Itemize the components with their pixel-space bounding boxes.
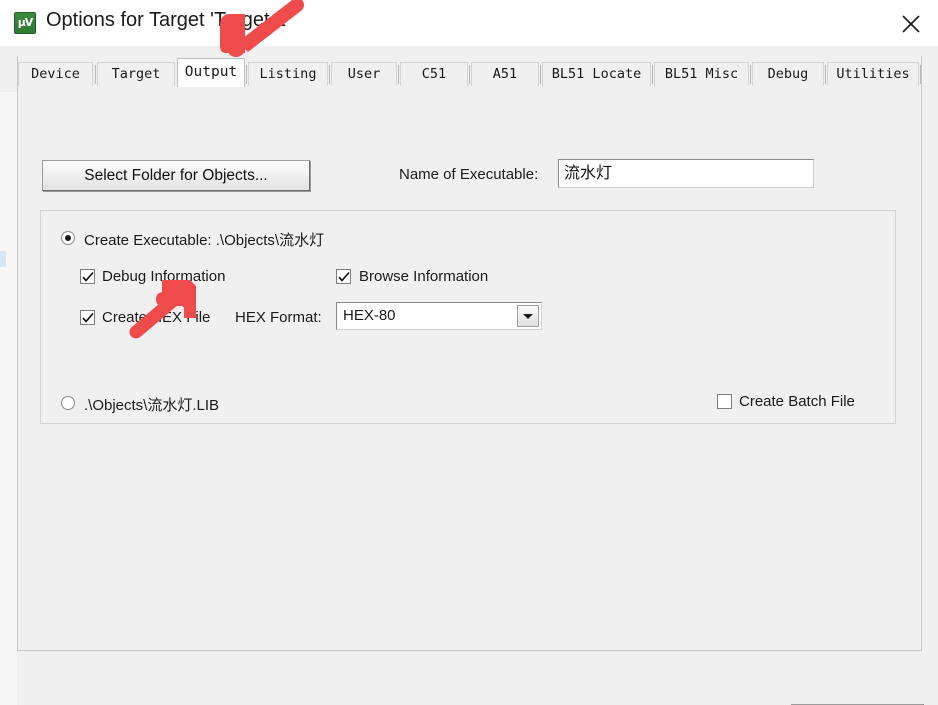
tab-strip: Device Target Output Listing User C51 A5…: [18, 58, 921, 87]
tab-separator: [398, 65, 399, 84]
title-bar: µV Options for Target 'Target 1': [0, 0, 938, 47]
create-hex-file-checkbox[interactable]: [80, 310, 95, 325]
create-library-label: .\Objects\流水灯.LIB: [84, 397, 220, 414]
create-executable-label: Create Executable: .\Objects\流水灯: [84, 232, 325, 249]
name-of-executable-input[interactable]: 流水灯: [558, 159, 814, 188]
keil-uvision-icon: µV: [14, 12, 36, 34]
left-strip: [0, 92, 17, 705]
chevron-down-glyph: [523, 314, 533, 319]
browse-information-label: Browse Information: [359, 268, 489, 285]
window-title: Options for Target 'Target 1': [46, 9, 291, 31]
select-folder-for-objects-button[interactable]: Select Folder for Objects...: [42, 160, 310, 191]
tab-separator: [246, 65, 247, 84]
debug-information-label: Debug Information: [102, 268, 226, 285]
tab-device[interactable]: Device: [18, 62, 93, 86]
tab-output[interactable]: Output: [177, 58, 245, 87]
tab-separator: [95, 65, 96, 84]
tab-target[interactable]: Target: [97, 62, 175, 86]
edge-artifact: [0, 251, 6, 267]
debug-information-checkbox[interactable]: [80, 269, 95, 284]
browse-information-checkbox[interactable]: [336, 269, 351, 284]
checkmark-icon: [338, 271, 350, 282]
tab-separator: [920, 65, 921, 84]
dialog-body: Device Target Output Listing User C51 A5…: [0, 46, 938, 705]
create-executable-radio[interactable]: [61, 231, 75, 245]
tab-separator: [825, 65, 826, 84]
tab-separator: [540, 65, 541, 84]
hex-format-label: HEX Format:: [235, 309, 322, 326]
close-button[interactable]: [884, 0, 938, 46]
hex-format-value: HEX-80: [343, 307, 396, 324]
tab-listing[interactable]: Listing: [248, 62, 328, 86]
keil-uvision-icon-glyph: µV: [17, 16, 34, 29]
close-icon: [902, 15, 920, 33]
tab-a51[interactable]: A51: [471, 62, 539, 86]
chevron-down-icon[interactable]: [517, 305, 539, 327]
tab-debug[interactable]: Debug: [752, 62, 824, 86]
tab-separator: [329, 65, 330, 84]
checkmark-icon: [82, 312, 94, 323]
create-hex-file-label: Create HEX File: [102, 309, 211, 326]
tab-separator: [652, 65, 653, 84]
radio-dot: [65, 235, 71, 241]
tab-separator: [750, 65, 751, 84]
tab-bl51-locate[interactable]: BL51 Locate: [542, 62, 651, 86]
tab-c51[interactable]: C51: [400, 62, 468, 86]
tab-separator: [469, 65, 470, 84]
create-batch-file-label: Create Batch File: [739, 393, 855, 410]
checkmark-icon: [82, 271, 94, 282]
tab-bl51-misc[interactable]: BL51 Misc: [654, 62, 749, 86]
create-batch-file-checkbox[interactable]: [717, 394, 732, 409]
create-library-radio[interactable]: [61, 396, 75, 410]
tab-user[interactable]: User: [331, 62, 397, 86]
name-of-executable-label: Name of Executable:: [399, 166, 539, 183]
options-dialog: µV Options for Target 'Target 1' Device …: [0, 0, 938, 705]
tab-utilities[interactable]: Utilities: [827, 62, 919, 86]
hex-format-dropdown[interactable]: HEX-80: [336, 302, 542, 330]
